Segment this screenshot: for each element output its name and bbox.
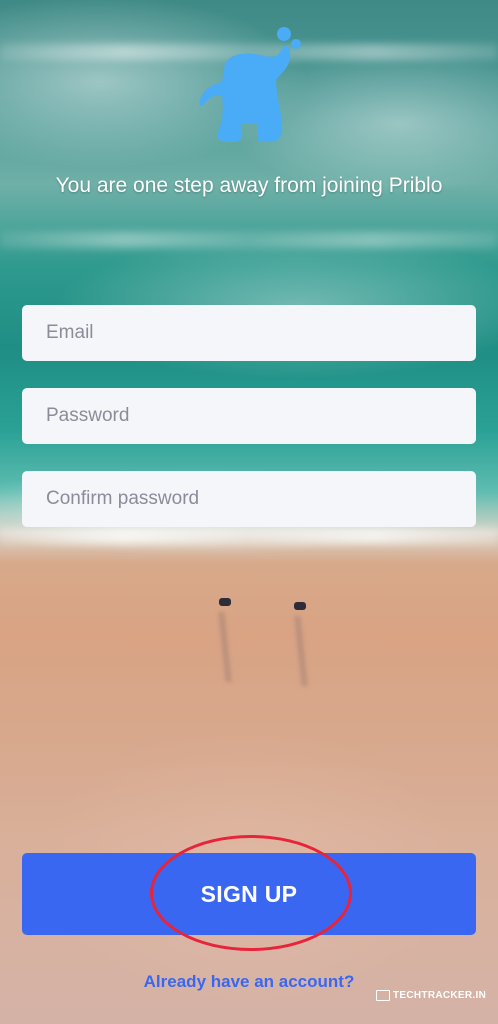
watermark-icon: [376, 990, 390, 1001]
beach-person: [294, 602, 306, 610]
wave-foam: [0, 232, 498, 248]
watermark-text: TECHTRACKER.IN: [393, 990, 487, 1001]
beach-person: [219, 598, 231, 606]
elephant-logo-icon: [199, 27, 301, 142]
password-placeholder: Password: [46, 405, 130, 426]
annotation-circle: [150, 835, 352, 951]
password-field[interactable]: Password: [22, 388, 476, 444]
email-placeholder: Email: [46, 322, 94, 343]
confirm-password-field[interactable]: Confirm password: [22, 471, 476, 527]
login-link[interactable]: Already have an account?: [0, 972, 498, 992]
email-field[interactable]: Email: [22, 305, 476, 361]
confirm-password-placeholder: Confirm password: [46, 488, 200, 509]
watermark: TECHTRACKER.IN: [376, 990, 486, 1001]
page-title: You are one step away from joining Pribl…: [55, 174, 443, 197]
wave-foam: [0, 528, 498, 544]
